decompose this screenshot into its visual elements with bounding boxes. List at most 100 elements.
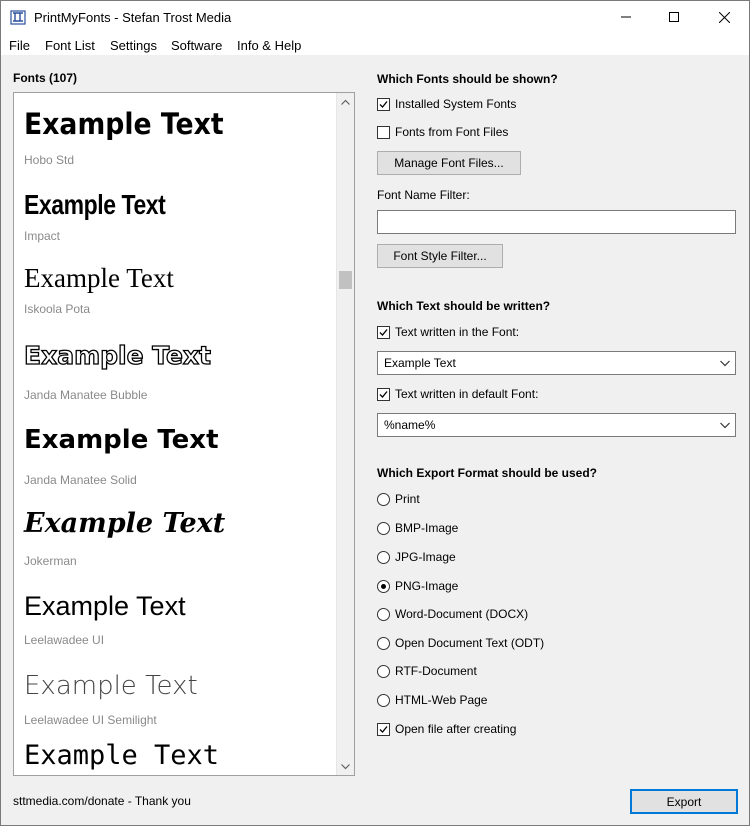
radio-bmp[interactable]: BMP-Image	[377, 520, 458, 536]
text-in-font-combo[interactable]: Example Text	[377, 351, 736, 375]
checkbox-box	[377, 125, 390, 139]
title-bar: PrintMyFonts - Stefan Trost Media	[1, 1, 749, 33]
radio-rtf[interactable]: RTF-Document	[377, 663, 477, 679]
window-title: PrintMyFonts - Stefan Trost Media	[34, 10, 232, 25]
font-name-janda-solid: Janda Manatee Solid	[24, 473, 137, 487]
maximize-icon	[669, 12, 679, 22]
radio-circle	[377, 664, 390, 678]
scroll-down-button[interactable]	[337, 758, 354, 775]
checkbox-box	[377, 325, 390, 339]
font-name-impact: Impact	[24, 229, 61, 243]
checkmark-icon	[379, 725, 388, 733]
radio-circle	[377, 636, 390, 650]
chevron-down-icon	[720, 422, 730, 429]
radio-print-label: Print	[395, 492, 420, 506]
menu-software[interactable]: Software	[171, 38, 222, 53]
radio-circle-selected	[377, 579, 390, 593]
radio-circle	[377, 550, 390, 564]
radio-dot	[381, 583, 386, 589]
text-in-font-label: Text written in the Font:	[395, 325, 520, 339]
text-in-font-value: Example Text	[384, 356, 456, 370]
radio-circle	[377, 607, 390, 621]
radio-circle	[377, 492, 390, 506]
font-name-janda-bubble: Janda Manatee Bubble	[24, 388, 148, 402]
installed-fonts-label: Installed System Fonts	[395, 97, 517, 111]
checkmark-icon	[379, 328, 388, 336]
checkbox-box	[377, 387, 390, 401]
font-name-jokerman: Jokerman	[24, 554, 77, 568]
font-sample-janda-solid: Example Text	[24, 425, 219, 455]
text-default-font-label: Text written in default Font:	[395, 387, 539, 401]
radio-odt-label: Open Document Text (ODT)	[395, 636, 545, 650]
radio-odt[interactable]: Open Document Text (ODT)	[377, 635, 544, 651]
text-default-font-checkbox[interactable]: Text written in default Font:	[377, 386, 538, 402]
installed-fonts-checkbox[interactable]: Installed System Fonts	[377, 96, 516, 112]
menu-settings[interactable]: Settings	[110, 38, 157, 53]
menu-file[interactable]: File	[9, 38, 30, 53]
font-name-filter-label: Font Name Filter:	[377, 188, 470, 202]
checkbox-box	[377, 97, 390, 111]
font-preview-list[interactable]: Example Text Hobo Std Example Text Impac…	[13, 92, 355, 776]
radio-png-label: PNG-Image	[395, 579, 459, 593]
radio-jpg-label: JPG-Image	[395, 550, 456, 564]
font-name-leelawadee-semilight: Leelawadee UI Semilight	[24, 713, 157, 727]
scroll-thumb[interactable]	[339, 271, 352, 289]
scroll-up-button[interactable]	[337, 93, 354, 110]
chevron-up-icon	[341, 99, 350, 105]
font-files-checkbox[interactable]: Fonts from Font Files	[377, 124, 508, 140]
radio-png[interactable]: PNG-Image	[377, 578, 458, 594]
chevron-down-icon	[720, 360, 730, 367]
text-default-font-value: %name%	[384, 418, 436, 432]
status-donate-text[interactable]: sttmedia.com/donate - Thank you	[13, 794, 191, 808]
minimize-icon	[621, 16, 631, 18]
checkmark-icon	[379, 390, 388, 398]
radio-docx[interactable]: Word-Document (DOCX)	[377, 606, 528, 622]
radio-print[interactable]: Print	[377, 491, 420, 507]
export-format-title: Which Export Format should be used?	[377, 466, 598, 480]
radio-docx-label: Word-Document (DOCX)	[395, 607, 529, 621]
close-icon	[718, 11, 730, 23]
menu-font-list[interactable]: Font List	[45, 38, 95, 53]
font-sample-impact: Example Text	[24, 189, 166, 220]
font-sample-iskoola-pota: Example Text	[24, 263, 174, 293]
radio-html[interactable]: HTML-Web Page	[377, 692, 487, 708]
radio-rtf-label: RTF-Document	[395, 664, 477, 678]
text-in-font-checkbox[interactable]: Text written in the Font:	[377, 324, 519, 340]
font-name-leelawadee: Leelawadee UI	[24, 633, 105, 647]
menu-info-help[interactable]: Info & Help	[237, 38, 301, 53]
font-name-filter-input[interactable]	[377, 210, 736, 234]
app-window: PrintMyFonts - Stefan Trost Media File F…	[0, 0, 750, 826]
main-content: Fonts (107) Example Text Hobo Std Exampl…	[1, 55, 749, 825]
close-button[interactable]	[701, 1, 747, 33]
open-after-creating-checkbox[interactable]: Open file after creating	[377, 721, 516, 737]
export-button[interactable]: Export	[630, 789, 738, 814]
maximize-button[interactable]	[651, 1, 697, 33]
app-icon	[10, 10, 26, 25]
font-sample-leelawadee: Example Text	[24, 591, 186, 621]
manage-font-files-button[interactable]: Manage Font Files...	[377, 151, 521, 175]
checkmark-icon	[379, 100, 388, 108]
font-name-iskoola-pota: Iskoola Pota	[24, 302, 91, 316]
font-style-filter-button[interactable]: Font Style Filter...	[377, 244, 503, 268]
radio-bmp-label: BMP-Image	[395, 521, 459, 535]
text-written-title: Which Text should be written?	[377, 299, 551, 313]
radio-jpg[interactable]: JPG-Image	[377, 549, 456, 565]
radio-circle	[377, 521, 390, 535]
fonts-shown-title: Which Fonts should be shown?	[377, 72, 558, 86]
fonts-count-label: Fonts (107)	[13, 71, 78, 85]
checkbox-box	[377, 722, 390, 736]
font-sample-monospace: Example Text	[24, 740, 220, 771]
font-sample-jokerman: Example Text	[24, 508, 226, 539]
open-after-creating-label: Open file after creating	[395, 722, 517, 736]
minimize-button[interactable]	[603, 1, 649, 33]
font-list-scrollbar[interactable]	[336, 93, 354, 775]
font-sample-leelawadee-semilight: Example Text	[24, 671, 198, 701]
font-name-hobo: Hobo Std	[24, 153, 75, 167]
font-files-label: Fonts from Font Files	[395, 125, 509, 139]
radio-html-label: HTML-Web Page	[395, 693, 488, 707]
text-default-font-combo[interactable]: %name%	[377, 413, 736, 437]
radio-circle	[377, 693, 390, 707]
chevron-down-icon	[341, 763, 350, 769]
font-sample-janda-bubble: Example Text	[23, 340, 212, 370]
font-sample-hobo: Example Text	[24, 107, 224, 141]
